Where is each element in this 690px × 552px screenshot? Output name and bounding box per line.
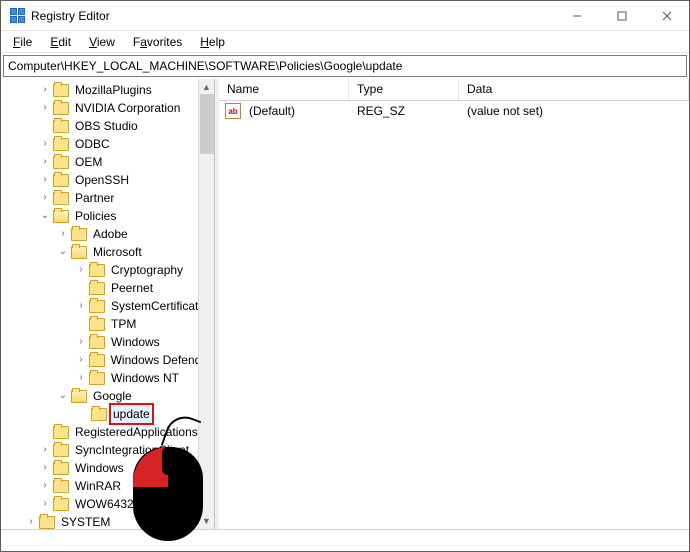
value-row[interactable]: ab (Default) REG_SZ (value not set): [219, 101, 689, 121]
collapse-icon[interactable]: ⌄: [57, 243, 69, 261]
expand-icon[interactable]: ›: [57, 225, 69, 243]
values-list[interactable]: ab (Default) REG_SZ (value not set): [219, 101, 689, 529]
col-name[interactable]: Name: [219, 79, 349, 100]
value-type: REG_SZ: [349, 104, 459, 118]
menu-file[interactable]: File: [5, 33, 40, 51]
menu-help[interactable]: Help: [192, 33, 233, 51]
maximize-button[interactable]: [599, 1, 644, 30]
status-bar: [1, 529, 689, 551]
tree-item[interactable]: Windows: [109, 333, 162, 351]
tree-item[interactable]: Peernet: [109, 279, 155, 297]
expand-icon[interactable]: ›: [39, 153, 51, 171]
tree-item[interactable]: Partner: [73, 189, 116, 207]
folder-icon: [89, 282, 105, 295]
menu-edit[interactable]: Edit: [42, 33, 79, 51]
expand-icon[interactable]: ›: [39, 189, 51, 207]
folder-open-icon: [71, 390, 87, 403]
tree-item[interactable]: OEM: [73, 153, 104, 171]
folder-icon: [53, 480, 69, 493]
folder-icon: [39, 516, 55, 529]
values-pane: Name Type Data ab (Default) REG_SZ (valu…: [219, 79, 689, 529]
tree-item[interactable]: Windows: [73, 459, 126, 477]
menu-favorites[interactable]: Favorites: [125, 33, 190, 51]
expand-icon[interactable]: ›: [39, 459, 51, 477]
folder-open-icon: [71, 246, 87, 259]
expand-icon[interactable]: ›: [75, 333, 87, 351]
folder-icon: [53, 462, 69, 475]
folder-icon: [89, 318, 105, 331]
tree-item-system[interactable]: SYSTEM: [59, 513, 112, 529]
expand-icon[interactable]: ›: [75, 351, 87, 369]
titlebar[interactable]: Registry Editor: [1, 1, 689, 31]
tree-item[interactable]: NVIDIA Corporation: [73, 99, 182, 117]
window-title: Registry Editor: [31, 9, 554, 23]
folder-icon: [53, 120, 69, 133]
close-button[interactable]: [644, 1, 689, 30]
values-header[interactable]: Name Type Data: [219, 79, 689, 101]
value-name: (Default): [241, 104, 349, 118]
folder-icon: [53, 102, 69, 115]
body-split: › MozillaPlugins › NVIDIA Corporation OBS …: [1, 79, 689, 529]
tree-item[interactable]: OpenSSH: [73, 171, 131, 189]
expand-icon[interactable]: ›: [39, 441, 51, 459]
tree-item[interactable]: TPM: [109, 315, 138, 333]
expand-icon[interactable]: ›: [39, 99, 51, 117]
tree-item-policies[interactable]: Policies: [73, 207, 118, 225]
minimize-button[interactable]: [554, 1, 599, 30]
registry-editor-window: Registry Editor File Edit View Favorites…: [0, 0, 690, 552]
expand-icon[interactable]: ›: [39, 81, 51, 99]
folder-open-icon: [53, 210, 69, 223]
scroll-up-icon[interactable]: ▲: [199, 79, 214, 95]
menu-view[interactable]: View: [81, 33, 123, 51]
folder-icon: [89, 264, 105, 277]
tree-item[interactable]: ODBC: [73, 135, 112, 153]
window-controls: [554, 1, 689, 30]
address-bar[interactable]: Computer\HKEY_LOCAL_MACHINE\SOFTWARE\Pol…: [3, 55, 687, 77]
tree-item[interactable]: MozillaPlugins: [73, 81, 154, 99]
address-path: Computer\HKEY_LOCAL_MACHINE\SOFTWARE\Pol…: [8, 59, 402, 73]
regedit-app-icon: [9, 8, 25, 24]
expand-icon[interactable]: ›: [39, 495, 51, 513]
expand-icon[interactable]: ›: [75, 369, 87, 387]
scroll-thumb[interactable]: [200, 94, 214, 154]
mouse-illustration: [133, 433, 203, 541]
tree-item[interactable]: OBS Studio: [73, 117, 140, 135]
expand-icon[interactable]: ›: [39, 171, 51, 189]
tree-item[interactable]: Microsoft: [91, 243, 144, 261]
col-type[interactable]: Type: [349, 79, 459, 100]
expand-icon[interactable]: ›: [39, 135, 51, 153]
collapse-icon[interactable]: ⌄: [57, 387, 69, 405]
folder-icon: [89, 300, 105, 313]
string-value-icon: ab: [225, 103, 241, 119]
folder-icon: [53, 426, 69, 439]
folder-icon: [89, 354, 105, 367]
tree-item[interactable]: WinRAR: [73, 477, 123, 495]
collapse-icon[interactable]: ⌄: [39, 207, 51, 225]
folder-icon: [53, 498, 69, 511]
tree-item[interactable]: Windows NT: [109, 369, 181, 387]
folder-icon: [53, 192, 69, 205]
expand-icon[interactable]: ›: [75, 297, 87, 315]
menubar: File Edit View Favorites Help: [1, 31, 689, 53]
tree-item[interactable]: Adobe: [91, 225, 130, 243]
tree-item-google[interactable]: Google: [91, 387, 134, 405]
folder-icon: [91, 408, 107, 421]
folder-icon: [53, 138, 69, 151]
folder-icon: [53, 84, 69, 97]
folder-icon: [53, 444, 69, 457]
expand-icon[interactable]: ›: [25, 513, 37, 529]
expand-icon[interactable]: ›: [39, 477, 51, 495]
col-data[interactable]: Data: [459, 79, 689, 100]
value-data: (value not set): [459, 104, 689, 118]
tree-item[interactable]: Cryptography: [109, 261, 185, 279]
expand-icon[interactable]: ›: [75, 261, 87, 279]
folder-icon: [53, 174, 69, 187]
folder-icon: [89, 336, 105, 349]
folder-icon: [53, 156, 69, 169]
folder-icon: [89, 372, 105, 385]
folder-icon: [71, 228, 87, 241]
tree-item-update[interactable]: update: [111, 405, 152, 423]
